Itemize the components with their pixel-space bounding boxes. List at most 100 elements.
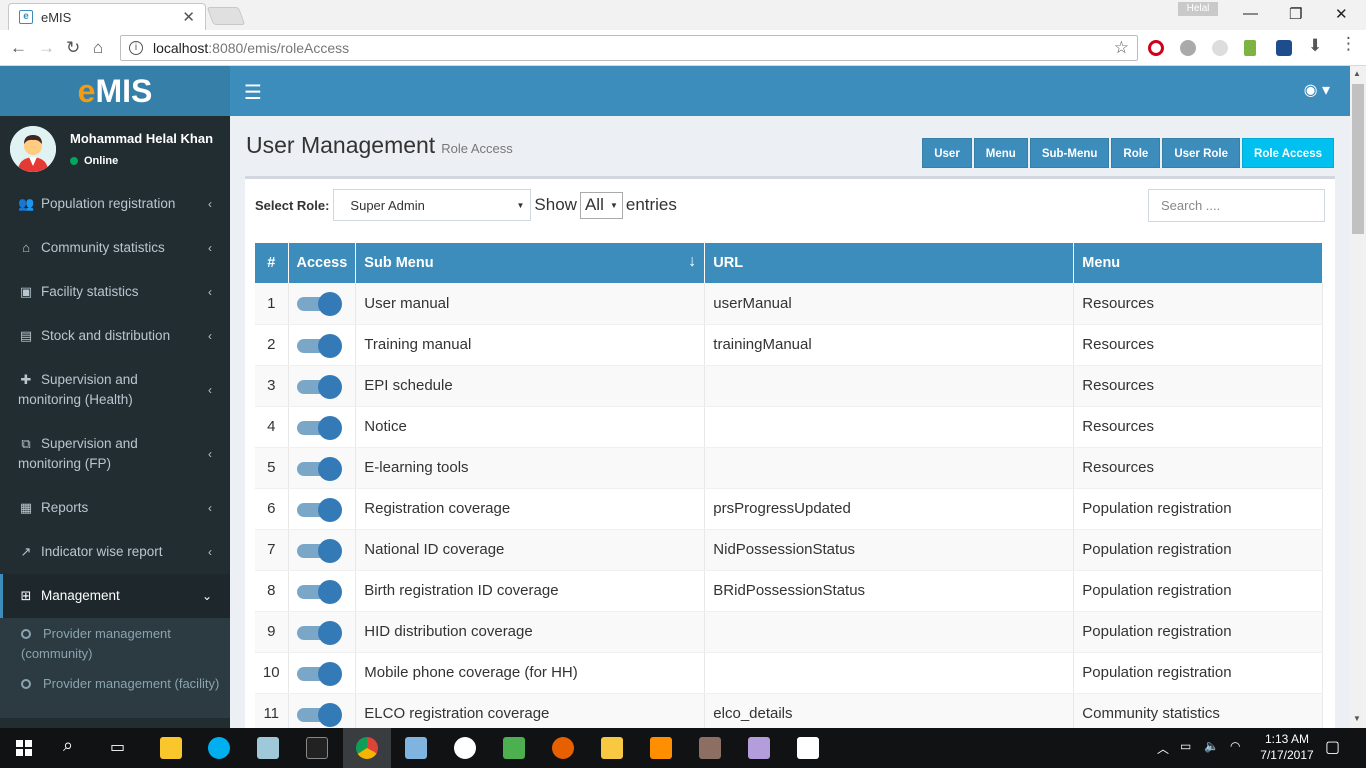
entries-length-select[interactable]: All bbox=[579, 191, 623, 219]
access-toggle[interactable] bbox=[296, 292, 342, 317]
app-icon[interactable] bbox=[257, 737, 279, 759]
minimize-icon[interactable]: — bbox=[1243, 5, 1258, 22]
sidebar-item-supervision-health[interactable]: ✚ Supervision and monitoring (Health) ‹ bbox=[0, 358, 230, 422]
search-icon[interactable]: ⌕ bbox=[63, 735, 73, 756]
access-toggle[interactable] bbox=[296, 579, 342, 604]
scrollbar-thumb[interactable] bbox=[1352, 84, 1364, 234]
forward-icon[interactable]: → bbox=[38, 38, 55, 58]
access-toggle[interactable] bbox=[296, 661, 342, 686]
wifi-icon[interactable]: ◠ bbox=[1230, 739, 1240, 753]
access-toggle[interactable] bbox=[296, 620, 342, 645]
nav-button-user[interactable]: User bbox=[922, 138, 972, 168]
tray-expand-icon[interactable]: ︿ bbox=[1157, 740, 1169, 757]
user-menu-icon[interactable]: ◉ ▾ bbox=[1304, 80, 1330, 100]
windows-start-icon[interactable] bbox=[16, 740, 32, 756]
clock-time: 1:13 AM bbox=[1264, 732, 1310, 746]
cube-extension-icon[interactable] bbox=[1276, 40, 1292, 56]
bookmark-star-icon[interactable]: ☆ bbox=[1114, 38, 1129, 58]
logo-text: MIS bbox=[95, 73, 153, 109]
sidebar-toggle-icon[interactable]: ☰ bbox=[244, 80, 262, 105]
url-input[interactable]: i localhost :8080/emis/roleAccess ☆ bbox=[120, 35, 1138, 61]
home-icon[interactable]: ⌂ bbox=[93, 38, 103, 58]
toggle-knob bbox=[317, 538, 342, 563]
nav-button-sub-menu[interactable]: Sub-Menu bbox=[1029, 138, 1110, 168]
file-explorer-icon[interactable] bbox=[601, 737, 623, 759]
scroll-up-icon[interactable]: ▲ bbox=[1353, 69, 1361, 78]
management-button-group: User Menu Sub-Menu Role User Role Role Access bbox=[922, 138, 1334, 168]
menu-cell: Resources bbox=[1073, 406, 1323, 448]
restore-icon[interactable]: ❐ bbox=[1289, 5, 1302, 23]
firefox-icon[interactable] bbox=[552, 737, 574, 759]
download-icon[interactable]: ⬇ bbox=[1308, 36, 1322, 56]
access-toggle[interactable] bbox=[296, 538, 342, 563]
sidebar-item-stock-and-distribution[interactable]: ▤ Stock and distribution ‹ bbox=[0, 314, 230, 358]
scroll-down-icon[interactable]: ▼ bbox=[1353, 714, 1361, 723]
monitor-icon[interactable] bbox=[454, 737, 476, 759]
sublime-icon[interactable] bbox=[699, 737, 721, 759]
back-icon[interactable]: ← bbox=[10, 38, 27, 58]
sidebar-item-facility-statistics[interactable]: ▣ Facility statistics ‹ bbox=[0, 270, 230, 314]
clock[interactable]: 1:13 AM 7/17/2017 bbox=[1258, 732, 1316, 762]
submenu-item-provider-facility[interactable]: Provider management (facility) bbox=[0, 668, 230, 718]
nav-button-menu[interactable]: Menu bbox=[973, 138, 1028, 168]
battery-icon[interactable]: ▭ bbox=[1180, 739, 1191, 753]
access-toggle[interactable] bbox=[296, 374, 342, 399]
nav-button-role[interactable]: Role bbox=[1111, 138, 1161, 168]
app-logo[interactable]: eMIS bbox=[0, 66, 230, 116]
avatar bbox=[10, 126, 56, 172]
paint-icon[interactable] bbox=[748, 737, 770, 759]
col-submenu-header[interactable]: Sub Menu ↓ bbox=[355, 243, 706, 283]
notifications-icon[interactable]: ▢ bbox=[1325, 737, 1340, 757]
sidebar-item-population-registration[interactable]: 👥 Population registration ‹ bbox=[0, 182, 230, 226]
eyedropper-icon[interactable] bbox=[1244, 40, 1256, 56]
globe-icon[interactable] bbox=[1180, 40, 1196, 56]
windows-taskbar: ⌕ ▭ ︿ ▭ 🔈 ◠ 1:13 AM 7/17/2017 ▢ bbox=[0, 728, 1366, 768]
access-toggle[interactable] bbox=[296, 702, 342, 727]
sidebar-item-management[interactable]: ⊞ Management ⌄ bbox=[0, 574, 230, 618]
col-menu-header[interactable]: Menu bbox=[1073, 243, 1323, 283]
virtualbox-icon[interactable] bbox=[405, 737, 427, 759]
extension-icon[interactable] bbox=[1212, 40, 1228, 56]
col-access-header[interactable]: Access bbox=[288, 243, 357, 283]
sidebar-item-community-statistics[interactable]: ⌂ Community statistics ‹ bbox=[0, 226, 230, 270]
terminal-icon[interactable] bbox=[306, 737, 328, 759]
photos-icon[interactable] bbox=[797, 737, 819, 759]
filezilla-icon[interactable] bbox=[650, 737, 672, 759]
nav-button-role-access[interactable]: Role Access bbox=[1242, 138, 1334, 168]
profile-badge[interactable]: Helal bbox=[1178, 2, 1218, 16]
chevron-left-icon: ‹ bbox=[208, 285, 212, 299]
close-tab-icon[interactable]: ✕ bbox=[182, 8, 195, 26]
toggle-knob bbox=[317, 620, 342, 645]
access-toggle[interactable] bbox=[296, 497, 342, 522]
site-info-icon[interactable]: i bbox=[129, 41, 143, 55]
col-url-header[interactable]: URL bbox=[704, 243, 1075, 283]
access-toggle[interactable] bbox=[296, 456, 342, 481]
browser-tab[interactable]: e eMIS ✕ bbox=[8, 3, 206, 30]
chrome-menu-icon[interactable]: ⋮ bbox=[1340, 34, 1357, 54]
new-tab-button[interactable] bbox=[206, 7, 246, 25]
reload-icon[interactable]: ↻ bbox=[66, 38, 80, 58]
project-icon[interactable] bbox=[503, 737, 525, 759]
volume-icon[interactable]: 🔈 bbox=[1204, 739, 1219, 753]
sidebar-item-reports[interactable]: ▦ Reports ‹ bbox=[0, 486, 230, 530]
toggle-knob bbox=[317, 456, 342, 481]
sitemap-icon: ⊞ bbox=[20, 588, 32, 603]
nav-button-user-role[interactable]: User Role bbox=[1162, 138, 1241, 168]
sticky-notes-icon[interactable] bbox=[160, 737, 182, 759]
sidebar-item-indicator-wise-report[interactable]: ↗ Indicator wise report ‹ bbox=[0, 530, 230, 574]
submenu-item-provider-community[interactable]: Provider management (community) bbox=[0, 618, 230, 668]
page-scrollbar[interactable]: ▲ ▼ bbox=[1350, 66, 1366, 728]
sidebar-item-supervision-fp[interactable]: ⧉ Supervision and monitoring (FP) ‹ bbox=[0, 422, 230, 486]
access-toggle[interactable] bbox=[296, 415, 342, 440]
chrome-icon[interactable] bbox=[356, 737, 378, 759]
url-cell bbox=[704, 406, 1075, 448]
opera-icon[interactable] bbox=[1148, 40, 1164, 56]
search-input[interactable]: Search .... bbox=[1148, 189, 1325, 222]
role-select[interactable]: Super Admin bbox=[333, 189, 532, 221]
col-num-header[interactable]: # bbox=[255, 243, 289, 283]
access-toggle[interactable] bbox=[296, 333, 342, 358]
window-close-icon[interactable]: ✕ bbox=[1335, 5, 1348, 23]
skype-icon[interactable] bbox=[208, 737, 230, 759]
table-row: 9 HID distribution coverage Population reg… bbox=[255, 611, 1323, 653]
task-view-icon[interactable]: ▭ bbox=[110, 737, 125, 757]
